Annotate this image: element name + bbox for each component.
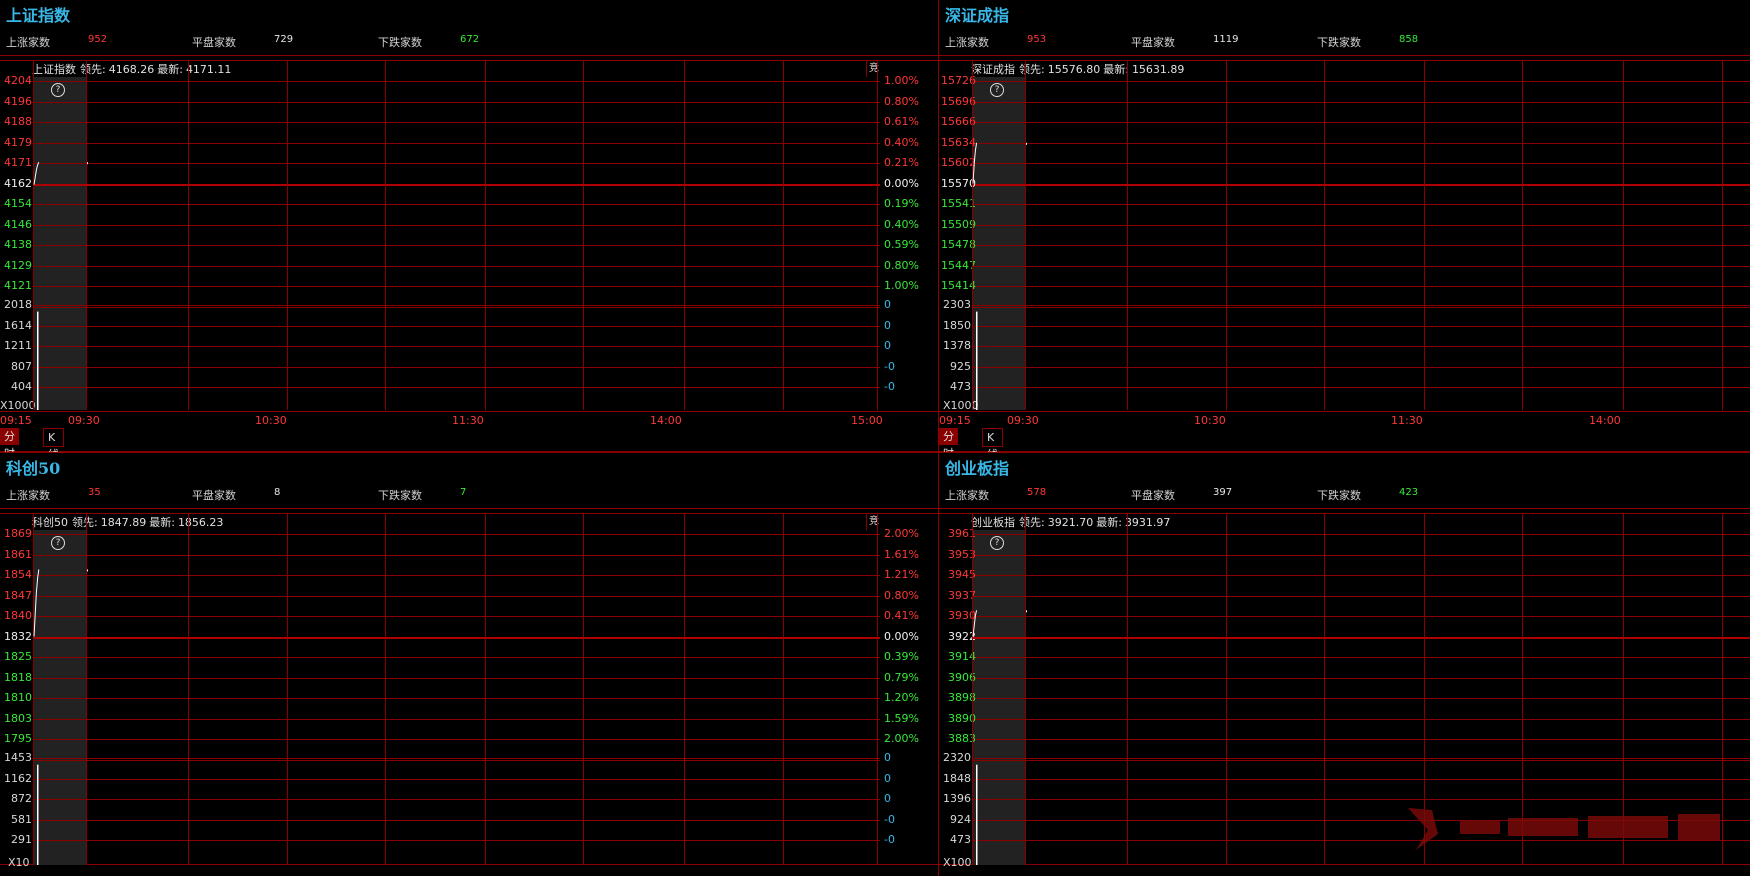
price-line [972,142,978,184]
time-axis-label: 11:30 [1391,414,1423,427]
time-axis-label: 10:30 [255,414,287,427]
time-axis-label: 09:30 [68,414,100,427]
time-axis-label: 14:00 [1589,414,1621,427]
panel-chinext: 创业板指 上涨家数 578 平盘家数 397 下跌家数 423? 创业板指 领先: 3921.70… [939,453,1750,876]
price-line-chart [33,162,88,410]
time-axis-label: 14:00 [650,414,682,427]
price-line [972,610,978,637]
latest-price-mark [87,569,88,572]
tab-kline[interactable]: K线图 [982,428,1003,452]
panel-shenzhen: 深证成指 上涨家数 953 平盘家数 1119 下跌家数 858? 深证成指 领先: 15576.… [939,0,1750,452]
volume-bar [976,311,978,410]
volume-bar [37,764,39,865]
time-axis-label: 15:00 [851,414,883,427]
time-axis-label: 09:30 [1007,414,1039,427]
panel-shanghai: 上证指数 上涨家数 952 平盘家数 729 下跌家数 672? 上证指数 领先: 4168.26… [0,0,938,452]
latest-price-mark [1026,610,1027,613]
volume-bar [37,311,39,410]
price-line [33,162,40,185]
volume-bar [976,764,978,865]
time-axis-label: 11:30 [452,414,484,427]
tab-kline[interactable]: K线图 [43,428,64,452]
time-axis-label: 09:15 [939,414,971,427]
price-line-chart [33,569,88,865]
price-line-chart [972,142,1027,410]
tab-intraday[interactable]: 分时图 [939,428,958,452]
latest-price-mark [87,162,88,165]
tab-intraday[interactable]: 分时图 [0,428,19,452]
latest-price-mark [1026,142,1027,145]
price-line [33,569,40,637]
time-axis-label: 09:15 [0,414,32,427]
panel-star50: 科创50 上涨家数 35 平盘家数 8 下跌家数 7? 科创50 领先: 1847.89 最新: 18… [0,453,938,876]
price-line-chart [972,610,1027,865]
time-axis-label: 10:30 [1194,414,1226,427]
